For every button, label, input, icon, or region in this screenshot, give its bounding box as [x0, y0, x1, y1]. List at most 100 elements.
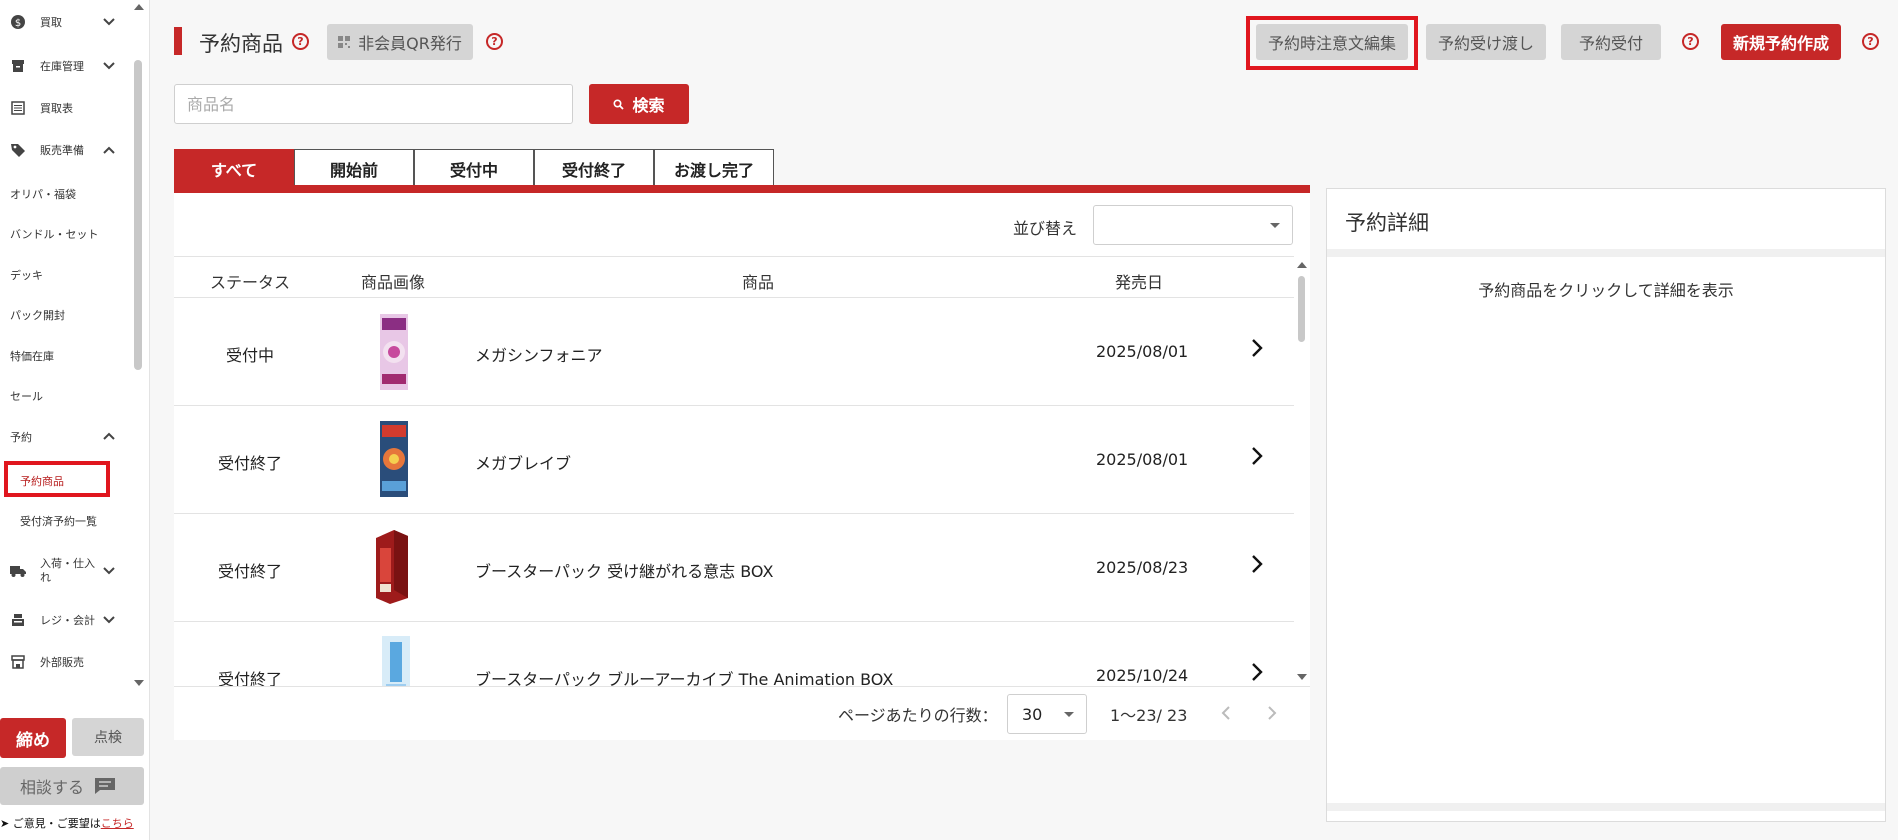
tab-closed[interactable]: 受付終了	[534, 149, 654, 187]
sidebar-item-register[interactable]: レジ・会計	[0, 610, 132, 630]
prev-page-icon[interactable]	[1220, 704, 1232, 722]
chevron-up-icon[interactable]	[102, 143, 116, 157]
search-button[interactable]: 検索	[589, 84, 689, 124]
notice-edit-button[interactable]: 予約時注意文編集	[1256, 24, 1408, 60]
product-image	[382, 636, 410, 686]
sidebar-item-pack[interactable]: パック開封	[10, 307, 65, 323]
search-button-label: 検索	[632, 96, 665, 115]
sidebar-item-tokka[interactable]: 特価在庫	[10, 348, 54, 364]
tab-all[interactable]: すべて	[174, 149, 294, 187]
sidebar-item-uketsuke-ichiran[interactable]: 受付済予約一覧	[20, 513, 97, 529]
row-product-name: ブースターパック 受け継がれる意志 BOX	[475, 562, 774, 581]
list-icon	[10, 100, 26, 116]
rows-per-page-select[interactable]: 30	[1007, 694, 1087, 734]
chevron-down-icon[interactable]	[102, 564, 116, 578]
qr-code-icon	[338, 36, 351, 48]
qr-issue-button[interactable]: 非会員QR発行	[327, 24, 473, 60]
chevron-down-icon[interactable]	[102, 15, 116, 29]
sidebar-scrollbar[interactable]	[132, 0, 146, 690]
sidebar-item-yoyaku[interactable]: 予約	[10, 429, 120, 445]
rows-per-page-label: ページあたりの行数：	[838, 706, 998, 725]
qr-issue-button-label: 非会員QR発行	[358, 34, 462, 53]
help-icon[interactable]: ?	[1682, 33, 1699, 50]
sidebar-item-deck[interactable]: デッキ	[10, 267, 43, 283]
sidebar-item-label: 買取表	[40, 102, 73, 115]
handover-button[interactable]: 予約受け渡し	[1426, 24, 1546, 60]
tab-before-start[interactable]: 開始前	[294, 149, 414, 187]
table-row[interactable]: 受付中 メガシンフォニア 2025/08/01	[174, 298, 1294, 406]
sidebar: $ 買取 在庫管理 買取表 販売準備 オリパ・福袋 バンドル・セット デッキ パ…	[0, 0, 150, 840]
new-reservation-button[interactable]: 新規予約作成	[1721, 24, 1841, 60]
title-accent-bar	[174, 27, 182, 55]
tab-handed-over[interactable]: お渡し完了	[654, 149, 774, 187]
consult-button[interactable]: 相談する	[0, 767, 144, 805]
chevron-down-icon[interactable]	[102, 613, 116, 627]
row-status: 受付終了	[218, 454, 283, 473]
header-product: 商品	[742, 273, 775, 292]
sidebar-menu: $ 買取 在庫管理 買取表 販売準備 オリパ・福袋 バンドル・セット デッキ パ…	[0, 0, 132, 690]
page-title: 予約商品	[199, 32, 283, 56]
pagination-range: 1〜23/ 23	[1110, 706, 1188, 725]
sidebar-item-sale[interactable]: セール	[10, 388, 43, 404]
sidebar-item-label: レジ・会計	[40, 614, 95, 627]
dollar-icon: $	[10, 14, 26, 30]
dropdown-caret-icon	[1270, 223, 1280, 228]
reception-button[interactable]: 予約受付	[1561, 24, 1661, 60]
header-image: 商品画像	[361, 273, 426, 292]
feedback-link[interactable]: こちら	[101, 817, 134, 830]
search-icon	[613, 98, 625, 110]
scroll-up-arrow-icon[interactable]	[134, 4, 144, 10]
sidebar-item-kaitori[interactable]: $ 買取	[0, 12, 132, 32]
scrollbar-thumb[interactable]	[134, 60, 142, 370]
sidebar-item-oripa[interactable]: オリパ・福袋	[10, 186, 76, 202]
row-status: 受付中	[226, 346, 275, 365]
tab-accepting[interactable]: 受付中	[414, 149, 534, 187]
row-release-date: 2025/10/24	[1096, 666, 1189, 685]
next-page-icon[interactable]	[1266, 704, 1278, 722]
scroll-down-arrow-icon[interactable]	[1297, 674, 1307, 680]
rows-per-page-value: 30	[1022, 705, 1043, 724]
archive-icon	[10, 58, 26, 74]
sidebar-item-bundle[interactable]: バンドル・セット	[10, 226, 99, 242]
chevron-right-icon[interactable]	[1250, 553, 1264, 575]
search-input[interactable]	[174, 84, 573, 124]
chevron-down-icon[interactable]	[102, 59, 116, 73]
dropdown-caret-icon	[1064, 712, 1074, 717]
scroll-down-arrow-icon[interactable]	[134, 680, 144, 686]
product-image	[380, 314, 408, 390]
detail-divider	[1327, 249, 1885, 257]
sidebar-item-nyuka[interactable]: 入荷・仕入れ	[0, 556, 132, 586]
chevron-right-icon[interactable]	[1250, 445, 1264, 467]
help-icon[interactable]: ?	[292, 33, 309, 50]
scroll-up-arrow-icon[interactable]	[1297, 262, 1307, 268]
reservation-detail-panel: 予約詳細 予約商品をクリックして詳細を表示	[1326, 188, 1886, 822]
sidebar-item-yoyaku-shohin[interactable]: 予約商品	[20, 473, 64, 489]
row-product-name: ブースターパック ブルーアーカイブ The Animation BOX	[475, 670, 894, 686]
table-scrollbar[interactable]	[1296, 256, 1308, 686]
product-image	[376, 530, 408, 604]
row-release-date: 2025/08/01	[1096, 342, 1189, 361]
shime-button[interactable]: 締め	[0, 718, 66, 758]
tenken-button[interactable]: 点検	[72, 718, 144, 756]
chevron-right-icon[interactable]	[1250, 661, 1264, 683]
table-row[interactable]: 受付終了 ブースターパック ブルーアーカイブ The Animation BOX…	[174, 622, 1294, 686]
row-status: 受付終了	[218, 670, 283, 686]
sidebar-item-label: 販売準備	[40, 144, 84, 157]
sort-select[interactable]	[1093, 205, 1293, 245]
consult-button-label: 相談する	[20, 778, 85, 797]
chevron-up-icon[interactable]	[102, 429, 116, 443]
help-icon[interactable]: ?	[486, 33, 503, 50]
sidebar-item-gaibu[interactable]: 外部販売	[0, 652, 132, 672]
sidebar-item-kaitorihyo[interactable]: 買取表	[0, 98, 132, 118]
sidebar-item-label: 在庫管理	[40, 60, 84, 73]
sidebar-item-zaiko[interactable]: 在庫管理	[0, 56, 132, 76]
register-icon	[10, 612, 26, 628]
table-header: ステータス 商品画像 商品 発売日	[174, 256, 1294, 298]
help-icon[interactable]: ?	[1862, 33, 1879, 50]
table-body: 受付中 メガシンフォニア 2025/08/01 受付終了 メガブレイブ 2025…	[174, 298, 1294, 686]
scrollbar-thumb[interactable]	[1298, 276, 1305, 342]
table-row[interactable]: 受付終了 メガブレイブ 2025/08/01	[174, 406, 1294, 514]
sidebar-item-hanbai[interactable]: 販売準備	[0, 140, 132, 160]
table-row[interactable]: 受付終了 ブースターパック 受け継がれる意志 BOX 2025/08/23	[174, 514, 1294, 622]
chevron-right-icon[interactable]	[1250, 337, 1264, 359]
